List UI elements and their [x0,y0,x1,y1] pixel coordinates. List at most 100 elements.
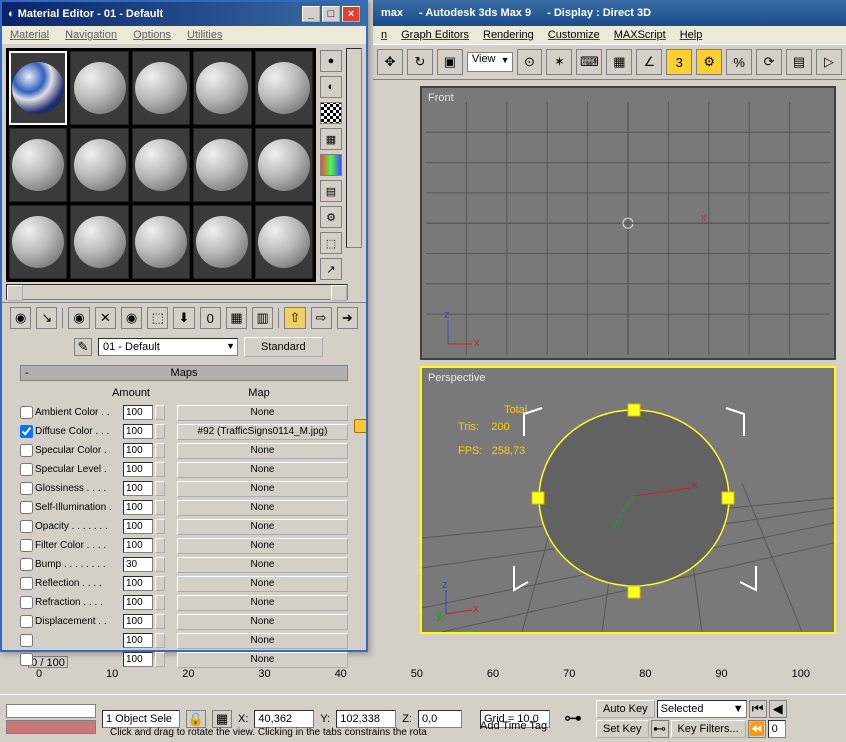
sample-slot[interactable] [193,128,251,202]
sample-slot[interactable] [193,51,251,125]
autokey-button[interactable]: Auto Key [596,700,655,718]
sample-slot[interactable] [70,51,128,125]
map-enable-checkbox[interactable] [20,634,33,647]
map-slot-button[interactable]: None [177,595,348,611]
map-enable-checkbox[interactable] [20,577,33,590]
map-slot-button[interactable]: None [177,614,348,630]
pick-material-icon[interactable]: ✎ [74,338,92,356]
sample-slot[interactable] [193,205,251,279]
percent-snap-icon[interactable]: % [726,49,752,75]
map-amount-spinner[interactable]: 100 [123,424,153,439]
sample-slot[interactable] [9,128,67,202]
sample-hscroll[interactable] [6,284,348,300]
snap-percent-icon[interactable]: 3 [666,49,692,75]
spinner-arrows-icon[interactable] [155,614,165,629]
z-field[interactable]: 0,0 [418,710,462,728]
spinner-arrows-icon[interactable] [155,500,165,515]
rotate-icon[interactable]: ↻ [407,49,433,75]
track-color-b[interactable] [6,720,96,734]
prev-frame-icon[interactable]: ◀ [769,700,787,718]
mat-map-nav-icon[interactable]: ↗ [320,258,342,280]
frame-field[interactable]: 0 [768,720,786,738]
assign-to-sel-icon[interactable]: ◉ [68,307,89,329]
mirror-icon[interactable]: ▷ [816,49,842,75]
map-amount-spinner[interactable]: 100 [123,443,153,458]
map-amount-spinner[interactable]: 30 [123,557,153,572]
spinner-arrows-icon[interactable] [155,443,165,458]
y-field[interactable]: 102,338 [336,710,396,728]
map-slot-button[interactable]: None [177,576,348,592]
spinner-arrows-icon[interactable] [155,538,165,553]
spinner-snap-icon[interactable]: ⟳ [756,49,782,75]
key-toggle-icon[interactable]: ⊷ [651,720,669,738]
map-slot-button[interactable]: None [177,519,348,535]
move-icon[interactable]: ✥ [377,49,403,75]
menu-item[interactable]: Customize [548,29,600,41]
keyboard-icon[interactable]: ⌨ [576,49,602,75]
sample-slot[interactable] [255,205,313,279]
map-amount-spinner[interactable]: 100 [123,481,153,496]
center-icon[interactable]: ⊙ [517,49,543,75]
close-icon[interactable]: × [342,6,360,22]
map-amount-spinner[interactable]: 100 [123,462,153,477]
video-color-icon[interactable] [320,154,342,176]
spinner-arrows-icon[interactable] [155,652,165,667]
sample-slot-selected[interactable] [9,51,67,125]
map-amount-spinner[interactable]: 100 [123,519,153,534]
map-amount-spinner[interactable]: 100 [123,614,153,629]
viewport-perspective[interactable]: Perspective Total Tris: 200 FPS: 258,73 [420,366,836,634]
maximize-icon[interactable]: □ [322,6,340,22]
make-preview-icon[interactable]: ▤ [320,180,342,202]
map-amount-spinner[interactable]: 100 [123,652,153,667]
map-enable-checkbox[interactable] [20,406,33,419]
menu-item[interactable]: n [381,29,387,41]
named-sel-icon[interactable]: ▤ [786,49,812,75]
map-enable-checkbox[interactable] [20,482,33,495]
put-to-scene-icon[interactable]: ↘ [36,307,57,329]
material-name-dropdown[interactable]: 01 - Default [98,338,238,356]
map-slot-button[interactable]: None [177,443,348,459]
sample-uv-icon[interactable]: ▦ [320,128,342,150]
maps-rollout-header[interactable]: - Maps [20,365,348,381]
refcoord-dropdown[interactable]: View [467,52,513,72]
snap-angle-icon[interactable]: ∠ [636,49,662,75]
sample-slot[interactable] [132,51,190,125]
select-by-mat-icon[interactable]: ⬚ [320,232,342,254]
material-editor-titlebar[interactable]: ◐ Material Editor - 01 - Default _ □ × [2,2,366,26]
keyfilters-button[interactable]: Key Filters... [671,720,746,738]
spinner-arrows-icon[interactable] [155,481,165,496]
spinner-arrows-icon[interactable] [155,519,165,534]
map-slot-button[interactable]: None [177,538,348,554]
menu-item[interactable]: Graph Editors [401,29,469,41]
sample-slot[interactable] [255,128,313,202]
map-enable-checkbox[interactable] [20,615,33,628]
map-amount-spinner[interactable]: 100 [123,576,153,591]
map-slot-button[interactable]: None [177,500,348,516]
spinner-arrows-icon[interactable] [155,633,165,648]
get-material-icon[interactable]: ◉ [10,307,31,329]
map-enable-checkbox[interactable] [20,558,33,571]
backlight-icon[interactable]: ◐ [320,76,342,98]
goto-start-icon[interactable]: ⏮ [749,700,767,718]
transform-typein-icon[interactable]: ▦ [212,710,232,728]
material-type-button[interactable]: Standard [244,337,323,357]
show-end-icon[interactable]: ▥ [252,307,273,329]
menu-item[interactable]: Options [133,29,171,41]
menu-item[interactable]: Utilities [187,29,222,41]
track-color-a[interactable] [6,704,96,718]
setkey-button[interactable]: Set Key [596,720,649,738]
menu-item[interactable]: MAXScript [614,29,666,41]
map-enable-checkbox[interactable] [20,425,33,438]
menu-item[interactable]: Rendering [483,29,534,41]
map-slot-button[interactable]: None [177,462,348,478]
map-amount-spinner[interactable]: 100 [123,500,153,515]
sample-vscroll[interactable] [346,48,362,248]
spinner-arrows-icon[interactable] [155,424,165,439]
menu-item[interactable]: Navigation [65,29,117,41]
snap-toggle-icon[interactable]: ⚙ [696,49,722,75]
lock-icon[interactable] [354,419,366,433]
menu-item[interactable]: Material [10,29,49,41]
map-enable-checkbox[interactable] [20,444,33,457]
spinner-arrows-icon[interactable] [155,462,165,477]
scale-icon[interactable]: ▣ [437,49,463,75]
